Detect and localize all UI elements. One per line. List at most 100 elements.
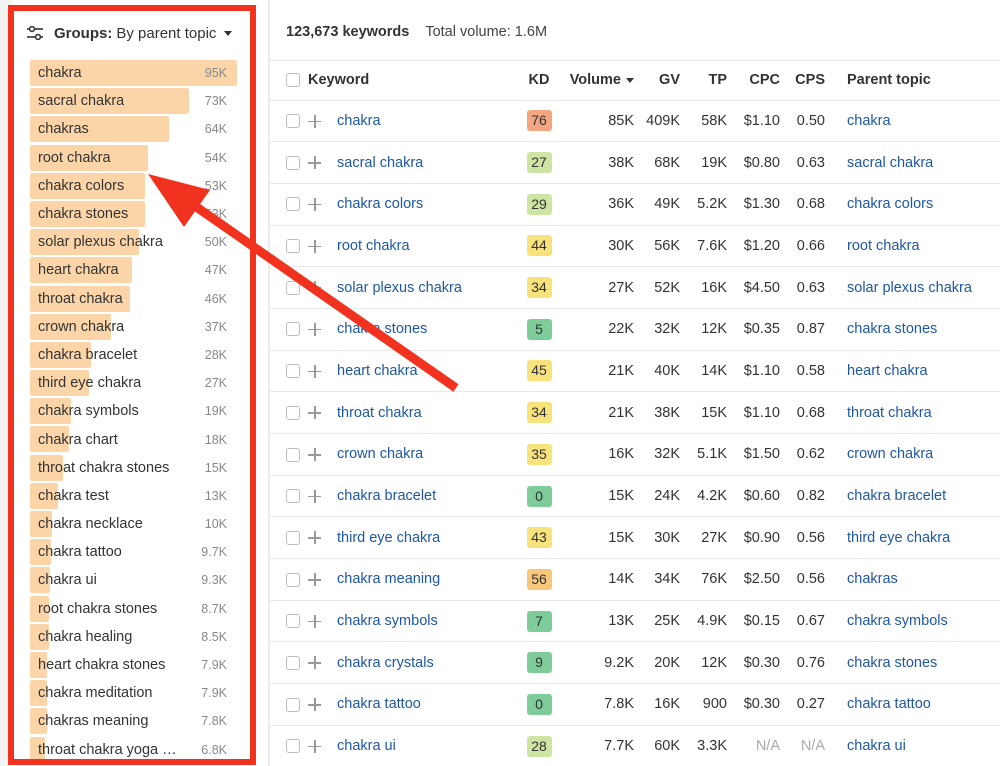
parent-topic-link[interactable]: chakra stones	[847, 655, 937, 671]
group-item[interactable]: root chakra stones 8.7K	[30, 595, 237, 623]
group-item[interactable]: throat chakra yoga … 6.8K	[30, 736, 237, 764]
col-cpc[interactable]: CPC	[737, 61, 790, 101]
col-keyword[interactable]: Keyword	[308, 61, 518, 101]
group-item[interactable]: solar plexus chakra 50K	[30, 228, 237, 256]
plus-icon[interactable]	[308, 156, 321, 170]
keyword-link[interactable]: crown chakra	[337, 446, 423, 462]
group-item[interactable]: throat chakra 46K	[30, 285, 237, 313]
group-item[interactable]: throat chakra stones 15K	[30, 454, 237, 482]
row-checkbox[interactable]	[286, 655, 300, 670]
row-checkbox[interactable]	[286, 447, 300, 462]
parent-topic-link[interactable]: chakra symbols	[847, 613, 948, 629]
keyword-link[interactable]: third eye chakra	[337, 530, 440, 546]
group-item[interactable]: chakra test 13K	[30, 482, 237, 510]
keyword-link[interactable]: chakra	[337, 113, 381, 129]
keyword-link[interactable]: chakra ui	[337, 738, 396, 754]
group-item[interactable]: chakra chart 18K	[30, 425, 237, 453]
group-item[interactable]: chakra tattoo 9.7K	[30, 538, 237, 566]
group-item[interactable]: chakra ui 9.3K	[30, 566, 237, 594]
group-item[interactable]: chakra colors 53K	[30, 172, 237, 200]
group-item[interactable]: chakra necklace 10K	[30, 510, 237, 538]
row-checkbox[interactable]	[286, 614, 300, 629]
col-gv[interactable]: GV	[644, 61, 690, 101]
col-parent-topic[interactable]: Parent topic	[835, 61, 1000, 101]
parent-topic-link[interactable]: sacral chakra	[847, 155, 933, 171]
parent-topic-link[interactable]: chakras	[847, 571, 898, 587]
row-checkbox[interactable]	[286, 280, 300, 295]
keyword-link[interactable]: chakra colors	[337, 196, 423, 212]
row-checkbox[interactable]	[286, 322, 300, 337]
group-item[interactable]: heart chakra stones 7.9K	[30, 651, 237, 679]
plus-icon[interactable]	[308, 281, 321, 295]
group-item[interactable]: chakra bracelet 28K	[30, 341, 237, 369]
group-item[interactable]: chakra 95K	[30, 59, 237, 87]
keyword-link[interactable]: sacral chakra	[337, 155, 423, 171]
parent-topic-link[interactable]: third eye chakra	[847, 530, 950, 546]
row-checkbox[interactable]	[286, 197, 300, 212]
parent-topic-link[interactable]: chakra tattoo	[847, 696, 931, 712]
group-item[interactable]: crown chakra 37K	[30, 313, 237, 341]
group-item[interactable]: chakra healing 8.5K	[30, 623, 237, 651]
keyword-link[interactable]: chakra bracelet	[337, 488, 436, 504]
keyword-link[interactable]: chakra tattoo	[337, 696, 421, 712]
group-item[interactable]: chakra meditation 7.9K	[30, 679, 237, 707]
row-checkbox[interactable]	[286, 405, 300, 420]
group-item[interactable]: heart chakra 47K	[30, 256, 237, 284]
plus-icon[interactable]	[308, 489, 321, 503]
plus-icon[interactable]	[308, 531, 321, 545]
plus-icon[interactable]	[308, 322, 321, 336]
keyword-link[interactable]: chakra meaning	[337, 571, 440, 587]
parent-topic-link[interactable]: heart chakra	[847, 363, 928, 379]
group-item[interactable]: sacral chakra 73K	[30, 87, 237, 115]
group-item[interactable]: third eye chakra 27K	[30, 369, 237, 397]
row-checkbox[interactable]	[286, 114, 300, 129]
parent-topic-link[interactable]: chakra bracelet	[847, 488, 946, 504]
parent-topic-link[interactable]: chakra	[847, 113, 891, 129]
row-checkbox[interactable]	[286, 739, 300, 754]
col-volume[interactable]: Volume	[560, 61, 644, 101]
plus-icon[interactable]	[308, 614, 321, 628]
parent-topic-link[interactable]: solar plexus chakra	[847, 280, 972, 296]
groups-dropdown[interactable]: Groups: By parent topic	[26, 20, 233, 46]
parent-topic-link[interactable]: root chakra	[847, 238, 920, 254]
keyword-link[interactable]: chakra stones	[337, 321, 427, 337]
parent-topic-link[interactable]: chakra stones	[847, 321, 937, 337]
group-item[interactable]: chakras meaning 7.8K	[30, 707, 237, 735]
group-item[interactable]: root chakra 54K	[30, 144, 237, 172]
row-select-cell	[270, 308, 308, 351]
parent-topic-link[interactable]: chakra colors	[847, 196, 933, 212]
keyword-link[interactable]: throat chakra	[337, 405, 422, 421]
parent-topic-link[interactable]: crown chakra	[847, 446, 933, 462]
group-item[interactable]: chakra stones 53K	[30, 200, 237, 228]
plus-icon[interactable]	[308, 406, 321, 420]
group-item[interactable]: chakras 64K	[30, 115, 237, 143]
plus-icon[interactable]	[308, 364, 321, 378]
plus-icon[interactable]	[308, 739, 321, 753]
plus-icon[interactable]	[308, 114, 321, 128]
col-cps[interactable]: CPS	[790, 61, 835, 101]
row-checkbox[interactable]	[286, 530, 300, 545]
select-all-checkbox[interactable]	[286, 73, 300, 88]
plus-icon[interactable]	[308, 656, 321, 670]
parent-topic-link[interactable]: chakra ui	[847, 738, 906, 754]
plus-icon[interactable]	[308, 698, 321, 712]
parent-topic-link[interactable]: throat chakra	[847, 405, 932, 421]
plus-icon[interactable]	[308, 197, 321, 211]
col-tp[interactable]: TP	[690, 61, 737, 101]
row-checkbox[interactable]	[286, 239, 300, 254]
keyword-link[interactable]: chakra crystals	[337, 655, 434, 671]
keyword-link[interactable]: heart chakra	[337, 363, 418, 379]
row-checkbox[interactable]	[286, 364, 300, 379]
group-item[interactable]: chakra symbols 19K	[30, 397, 237, 425]
keyword-link[interactable]: solar plexus chakra	[337, 280, 462, 296]
col-kd[interactable]: KD	[518, 61, 560, 101]
row-checkbox[interactable]	[286, 489, 300, 504]
keyword-link[interactable]: chakra symbols	[337, 613, 438, 629]
row-checkbox[interactable]	[286, 572, 300, 587]
keyword-link[interactable]: root chakra	[337, 238, 410, 254]
plus-icon[interactable]	[308, 573, 321, 587]
row-checkbox[interactable]	[286, 697, 300, 712]
plus-icon[interactable]	[308, 239, 321, 253]
plus-icon[interactable]	[308, 448, 321, 462]
row-checkbox[interactable]	[286, 155, 300, 170]
